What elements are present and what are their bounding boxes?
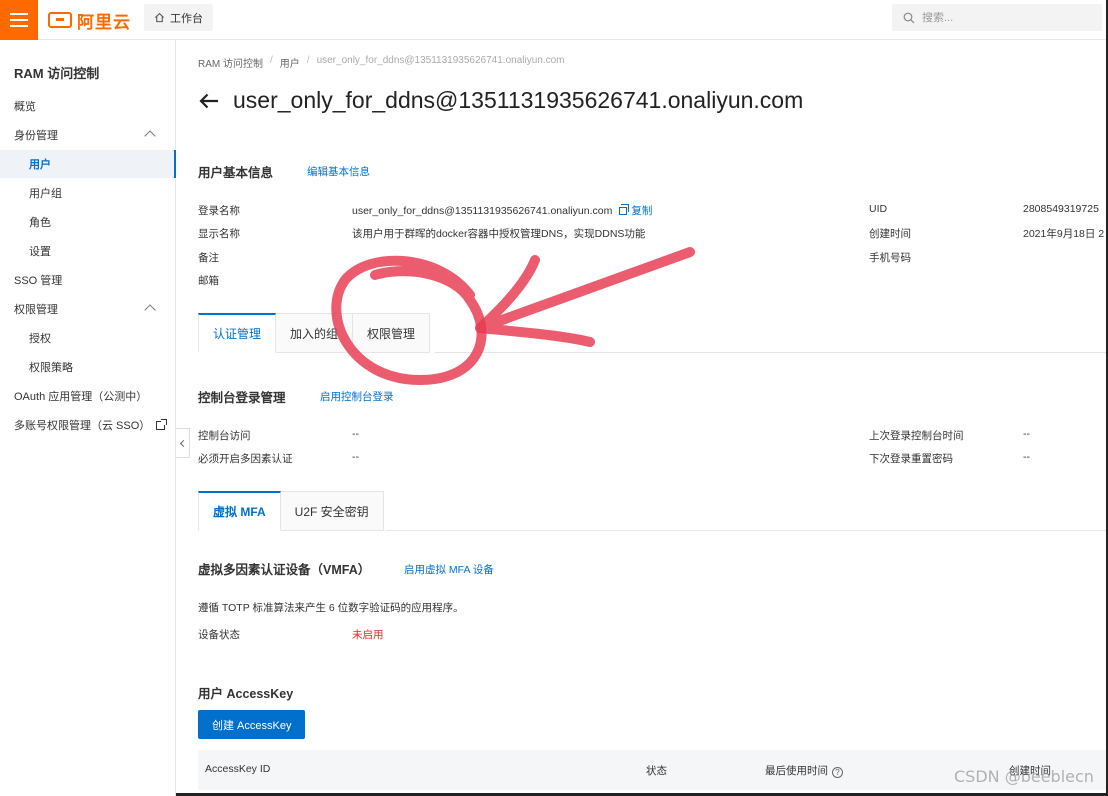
user-tabs: 认证管理 加入的组 权限管理 (198, 313, 431, 353)
chevron-up-icon (144, 130, 156, 142)
sidebar-item-sso[interactable]: SSO 管理 (0, 266, 176, 294)
display-name-value: 该用户用于群晖的docker容器中授权管理DNS，实现DDNS功能 (352, 228, 646, 240)
column-last-used-label: 最后使用时间 (765, 765, 828, 777)
remark-label: 备注 (198, 252, 219, 264)
sidebar-item-user-groups[interactable]: 用户组 (0, 179, 176, 207)
sidebar-item-policies[interactable]: 权限策略 (0, 353, 176, 381)
column-accesskey-id: AccessKey ID (205, 763, 271, 775)
column-last-used: 最后使用时间? (765, 763, 843, 778)
login-name-label: 登录名称 (198, 205, 240, 217)
tab-u2f-key[interactable]: U2F 安全密钥 (280, 491, 384, 531)
sidebar-item-label: 身份管理 (14, 130, 58, 142)
breadcrumb-item-users[interactable]: 用户 (280, 55, 300, 70)
sidebar-item-label: 用户组 (29, 188, 62, 200)
sidebar-item-permissions[interactable]: 权限管理 (0, 295, 176, 323)
edit-basic-info-link[interactable]: 编辑基本信息 (307, 164, 370, 179)
last-login-value: -- (1023, 428, 1030, 440)
back-arrow-icon[interactable] (198, 92, 220, 110)
sidebar-item-label: 概览 (14, 101, 36, 113)
email-label: 邮箱 (198, 275, 219, 287)
page-title: user_only_for_ddns@1351131935626741.onal… (233, 87, 804, 113)
accesskey-title: 用户 AccessKey (198, 687, 294, 701)
sidebar-item-users[interactable]: 用户 (0, 150, 176, 178)
sidebar-item-label: 角色 (29, 217, 51, 229)
home-icon (154, 12, 165, 23)
sidebar-item-roles[interactable]: 角色 (0, 208, 176, 236)
vmfa-description: 遵循 TOTP 标准算法来产生 6 位数字验证码的应用程序。 (198, 602, 464, 614)
mfa-tabs: 虚拟 MFA U2F 安全密钥 (198, 491, 384, 531)
search-icon (903, 12, 915, 23)
sidebar-item-identity[interactable]: 身份管理 (0, 121, 176, 149)
uid-label: UID (869, 203, 888, 215)
last-login-label: 上次登录控制台时间 (869, 430, 964, 442)
create-accesskey-button[interactable]: 创建 AccessKey (198, 710, 306, 739)
next-reset-label: 下次登录重置密码 (869, 453, 953, 465)
console-login-title: 控制台登录管理 (198, 391, 286, 405)
main-content: RAM 访问控制 / 用户 / user_only_for_ddns@13511… (177, 40, 1106, 796)
phone-label: 手机号码 (869, 252, 911, 264)
sidebar-item-label: 权限管理 (14, 304, 58, 316)
sidebar-item-label: 用户 (29, 159, 51, 171)
mfa-tabs-divider (386, 530, 1106, 531)
basic-info-title: 用户基本信息 (198, 166, 274, 180)
tab-permission-management[interactable]: 权限管理 (353, 313, 431, 353)
tab-auth-management[interactable]: 认证管理 (198, 313, 277, 353)
sidebar-item-label: OAuth 应用管理（公测中） (14, 391, 148, 403)
sidebar-item-label: 授权 (29, 333, 51, 345)
watermark: CSDN @beeblecn (954, 767, 1094, 786)
login-name-row: user_only_for_ddns@1351131935626741.onal… (352, 203, 652, 218)
breadcrumb: RAM 访问控制 / 用户 / user_only_for_ddns@13511… (198, 55, 565, 70)
mfa-required-value: -- (352, 451, 359, 463)
menu-button[interactable] (0, 0, 38, 40)
tab-joined-groups[interactable]: 加入的组 (276, 313, 354, 353)
workbench-button[interactable]: 工作台 (144, 4, 213, 31)
help-icon[interactable]: ? (832, 767, 843, 778)
sidebar-item-grants[interactable]: 授权 (0, 324, 176, 352)
breadcrumb-separator: / (270, 55, 273, 66)
next-reset-value: -- (1023, 451, 1030, 463)
device-status-label: 设备状态 (198, 629, 240, 641)
created-time-value: 2021年9月18日 2 (1023, 228, 1105, 240)
sidebar-title: RAM 访问控制 (14, 66, 100, 81)
aliyun-logo-icon (48, 12, 72, 28)
app-frame: 阿里云 工作台 RAM 访问控制 概览 身份管理 用户 用户组 角色 设置 SS… (0, 0, 1108, 796)
console-access-label: 控制台访问 (198, 430, 251, 442)
sidebar-item-label: SSO 管理 (14, 275, 63, 287)
copy-link[interactable]: 复制 (631, 205, 652, 217)
sidebar: RAM 访问控制 概览 身份管理 用户 用户组 角色 设置 SSO 管理 权限管… (0, 40, 176, 796)
uid-value: 2808549319725 (1023, 203, 1099, 215)
sidebar-item-overview[interactable]: 概览 (0, 92, 176, 120)
sidebar-item-label: 设置 (29, 246, 51, 258)
external-link-icon (156, 418, 168, 430)
mfa-required-label: 必须开启多因素认证 (198, 453, 293, 465)
aliyun-logo[interactable]: 阿里云 (48, 9, 131, 32)
tabs-divider (435, 352, 1106, 353)
sidebar-item-cloud-sso[interactable]: 多账号权限管理（云 SSO） (0, 411, 176, 439)
enable-console-login-link[interactable]: 启用控制台登录 (320, 389, 394, 404)
breadcrumb-item-current: user_only_for_ddns@1351131935626741.onal… (316, 55, 565, 66)
hamburger-icon (10, 13, 28, 27)
sidebar-item-settings[interactable]: 设置 (0, 237, 176, 265)
vmfa-title: 虚拟多因素认证设备（VMFA） (198, 563, 371, 577)
chevron-up-icon (144, 304, 156, 316)
workbench-label: 工作台 (170, 12, 203, 25)
search-input[interactable] (922, 11, 1082, 24)
login-name-value: user_only_for_ddns@1351131935626741.onal… (352, 205, 613, 217)
device-status-value: 未启用 (352, 629, 384, 641)
breadcrumb-separator: / (306, 55, 310, 66)
column-status: 状态 (646, 765, 667, 777)
search-box[interactable] (892, 4, 1102, 31)
sidebar-item-oauth[interactable]: OAuth 应用管理（公测中） (0, 382, 176, 410)
breadcrumb-item-ram[interactable]: RAM 访问控制 (198, 55, 263, 70)
tab-virtual-mfa[interactable]: 虚拟 MFA (198, 491, 281, 531)
created-time-label: 创建时间 (869, 228, 911, 240)
logo-text: 阿里云 (77, 12, 131, 32)
display-name-label: 显示名称 (198, 228, 240, 240)
console-access-value: -- (352, 428, 359, 440)
copy-icon[interactable] (619, 204, 630, 215)
sidebar-item-label: 权限策略 (29, 362, 73, 374)
enable-vmfa-link[interactable]: 启用虚拟 MFA 设备 (404, 562, 494, 577)
sidebar-item-label: 多账号权限管理（云 SSO） (14, 420, 151, 432)
top-bar: 阿里云 工作台 (0, 0, 1106, 40)
